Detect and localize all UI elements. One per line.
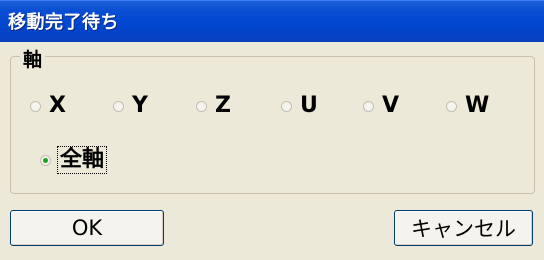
- radio-axis-v[interactable]: V: [363, 94, 399, 118]
- radio-axis-v-label: V: [382, 93, 400, 118]
- radio-button-checked-icon[interactable]: [40, 154, 51, 166]
- cancel-button[interactable]: キャンセル: [394, 210, 533, 246]
- dialog-window: 移動完了待ち 軸 X Y Z U V W 全軸 OK キャンセル: [0, 0, 544, 260]
- radio-button-icon[interactable]: [113, 100, 124, 112]
- radio-axis-x-label: X: [49, 93, 66, 118]
- title-bar[interactable]: 移動完了待ち: [0, 0, 544, 42]
- radio-axis-u-label: U: [300, 93, 318, 118]
- radio-axis-z-label: Z: [215, 93, 231, 118]
- ok-button[interactable]: OK: [10, 210, 164, 246]
- radio-axis-z[interactable]: Z: [196, 94, 231, 118]
- radio-axis-w[interactable]: W: [446, 94, 489, 118]
- radio-axis-w-label: W: [465, 93, 490, 118]
- radio-all-axes-label: 全軸: [56, 146, 108, 174]
- radio-axis-u[interactable]: U: [281, 94, 318, 118]
- radio-button-icon[interactable]: [446, 100, 457, 112]
- radio-button-icon[interactable]: [281, 100, 292, 112]
- window-title: 移動完了待ち: [8, 12, 119, 33]
- radio-axis-y[interactable]: Y: [113, 94, 148, 118]
- radio-button-icon[interactable]: [363, 100, 374, 112]
- radio-all-axes[interactable]: 全軸: [40, 146, 108, 174]
- radio-axis-y-label: Y: [132, 93, 148, 118]
- axis-groupbox: [10, 56, 535, 194]
- radio-axis-x[interactable]: X: [30, 94, 66, 118]
- radio-button-icon[interactable]: [196, 100, 207, 112]
- axis-group-label: 軸: [20, 45, 46, 72]
- radio-button-icon[interactable]: [30, 100, 41, 112]
